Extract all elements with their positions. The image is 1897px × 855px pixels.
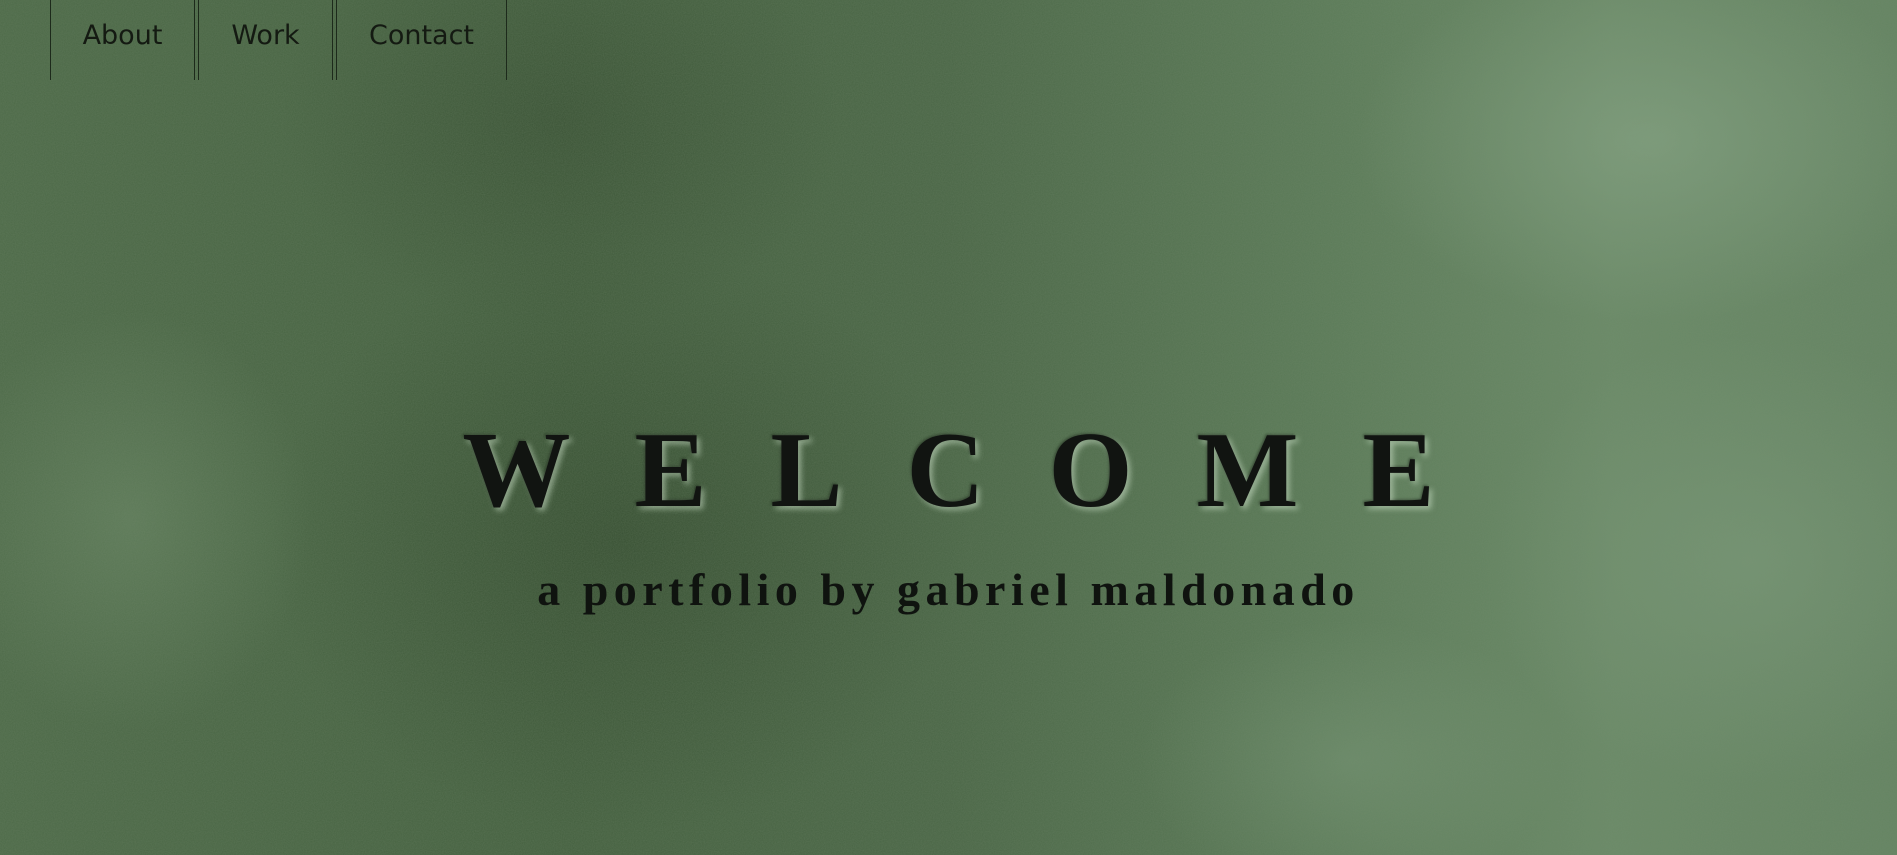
nav-work-link[interactable]: Work xyxy=(198,0,333,80)
nav-about-label: About xyxy=(82,19,163,51)
nav-work-label: Work xyxy=(231,19,300,51)
nav-about-link[interactable]: About xyxy=(50,0,195,80)
nav-contact-label: Contact xyxy=(368,19,475,51)
main-nav: About Work Contact xyxy=(50,0,510,80)
hero-title: WELCOME xyxy=(462,411,1499,531)
hero-subtitle: a portfolio by gabriel maldonado xyxy=(537,564,1360,615)
nav-contact-link[interactable]: Contact xyxy=(336,0,507,80)
